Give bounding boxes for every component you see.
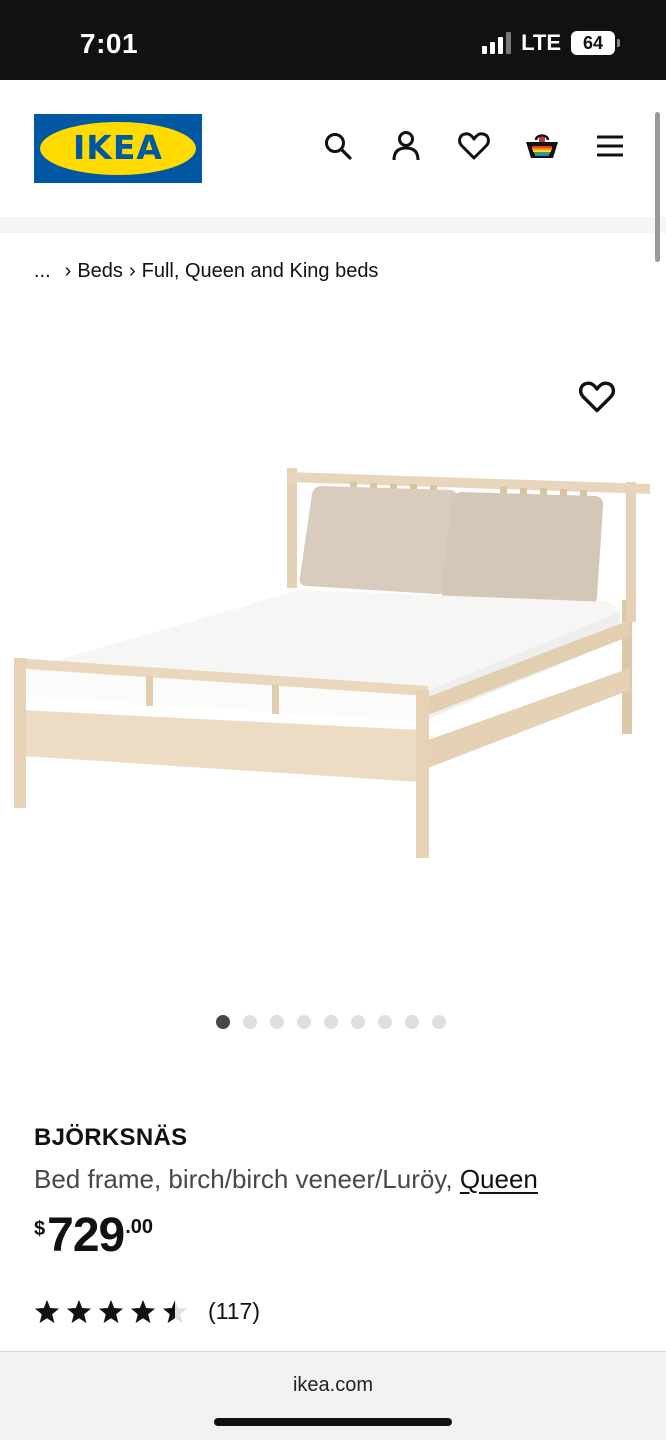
ikea-logo[interactable]: IKEA	[34, 114, 202, 183]
carousel-dot[interactable]	[351, 1015, 365, 1029]
url-text[interactable]: ikea.com	[0, 1374, 666, 1397]
network-label: LTE	[521, 30, 561, 55]
price-integer: 729	[47, 1209, 125, 1262]
battery-level: 64	[571, 31, 615, 55]
signal-icon	[482, 32, 512, 54]
cart-icon[interactable]	[524, 128, 560, 164]
carousel-dot[interactable]	[405, 1015, 419, 1029]
breadcrumb-ellipsis[interactable]: ...	[34, 260, 51, 283]
site-header: IKEA	[0, 80, 666, 217]
carousel-dot[interactable]	[243, 1015, 257, 1029]
carousel-dot[interactable]	[297, 1015, 311, 1029]
battery-icon: 64	[571, 31, 620, 55]
logo-text: IKEA	[73, 128, 163, 167]
home-indicator[interactable]	[214, 1418, 452, 1426]
star-icon	[35, 1299, 59, 1323]
add-to-favorites-heart-icon[interactable]	[578, 380, 616, 416]
rating[interactable]: (117)	[34, 1298, 260, 1325]
carousel-dot[interactable]	[216, 1015, 230, 1029]
product-image[interactable]	[0, 320, 666, 1000]
browser-address-bar[interactable]: ikea.com	[0, 1351, 666, 1440]
menu-icon[interactable]	[592, 128, 628, 164]
chevron-right-icon: ›	[128, 260, 136, 282]
chevron-right-icon: ›	[64, 260, 72, 282]
breadcrumb: ... › Beds › Full, Queen and King beds	[34, 260, 378, 283]
review-count[interactable]: (117)	[208, 1298, 260, 1325]
product-description: Bed frame, birch/birch veneer/Luröy, Que…	[34, 1164, 538, 1195]
product-description-text: Bed frame, birch/birch veneer/Luröy,	[34, 1164, 460, 1194]
size-link[interactable]: Queen	[460, 1164, 538, 1194]
star-icon	[99, 1299, 123, 1323]
star-icon	[163, 1299, 187, 1323]
carousel-dot[interactable]	[270, 1015, 284, 1029]
star-icon	[67, 1299, 91, 1323]
heart-icon[interactable]	[456, 128, 492, 164]
status-time: 7:01	[80, 28, 139, 59]
account-icon[interactable]	[388, 128, 424, 164]
search-icon[interactable]	[320, 128, 356, 164]
bed-illustration	[14, 468, 650, 858]
product-price: $ 729 .00	[34, 1208, 153, 1264]
scrollbar[interactable]	[655, 112, 660, 262]
price-currency: $	[34, 1218, 46, 1240]
status-indicators: LTE 64	[482, 30, 620, 56]
star-icon	[131, 1299, 155, 1323]
breadcrumb-item-category[interactable]: Full, Queen and King beds	[142, 260, 379, 283]
image-carousel-dots	[216, 1015, 446, 1029]
price-decimal: .00	[125, 1216, 154, 1238]
status-bar: 7:01 LTE 64	[0, 0, 666, 80]
product-name[interactable]: BJÖRKSNÄS	[34, 1124, 187, 1152]
header-actions	[320, 128, 628, 164]
header-divider	[0, 217, 666, 233]
breadcrumb-item-beds[interactable]: Beds	[77, 260, 123, 283]
carousel-dot[interactable]	[324, 1015, 338, 1029]
rating-stars	[34, 1299, 188, 1325]
carousel-dot[interactable]	[432, 1015, 446, 1029]
carousel-dot[interactable]	[378, 1015, 392, 1029]
